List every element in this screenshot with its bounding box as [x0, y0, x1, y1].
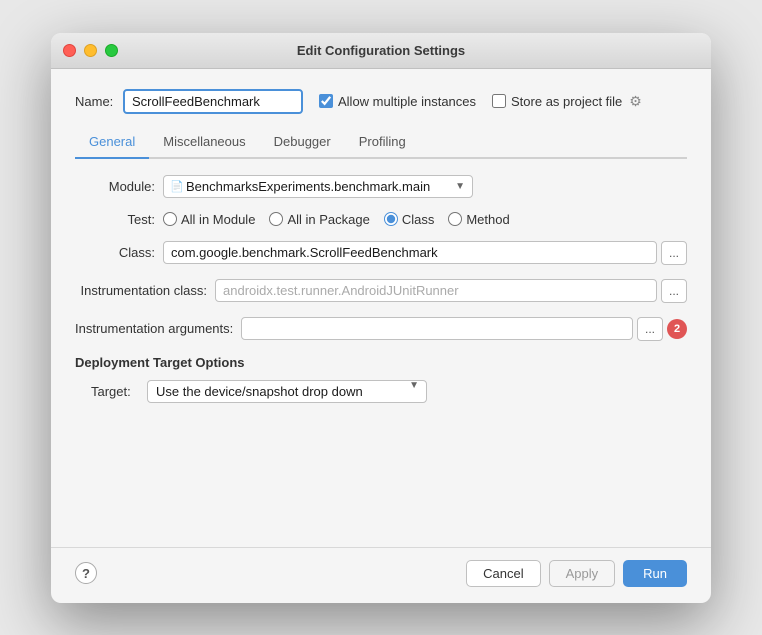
radio-all-in-module[interactable]: All in Module	[163, 212, 255, 227]
instrumentation-class-label: Instrumentation class:	[75, 283, 215, 298]
class-row: Class: ...	[75, 241, 687, 265]
module-row: Module: 📄 BenchmarksExperiments.benchmar…	[75, 175, 687, 198]
name-row: Name: Allow multiple instances Store as …	[75, 89, 687, 114]
tab-general[interactable]: General	[75, 128, 149, 159]
window-title: Edit Configuration Settings	[297, 43, 465, 58]
form-body: Module: 📄 BenchmarksExperiments.benchmar…	[75, 175, 687, 523]
store-project-checkbox[interactable]	[492, 94, 506, 108]
maximize-button[interactable]	[105, 44, 118, 57]
options-group: Allow multiple instances Store as projec…	[319, 93, 642, 110]
instrumentation-class-row: Instrumentation class: ...	[75, 279, 687, 303]
test-row: Test: All in Module All in Package Class	[75, 212, 687, 227]
test-radio-group: All in Module All in Package Class Metho…	[163, 212, 510, 227]
action-buttons: Cancel Apply Run	[466, 560, 687, 587]
module-select[interactable]: BenchmarksExperiments.benchmark.main	[163, 175, 473, 198]
module-label: Module:	[75, 179, 155, 194]
tab-debugger[interactable]: Debugger	[260, 128, 345, 159]
radio-class-input[interactable]	[384, 212, 398, 226]
store-project-item[interactable]: Store as project file ⚙	[492, 93, 642, 110]
radio-all-in-package-input[interactable]	[269, 212, 283, 226]
instrumentation-args-badge: 2	[667, 319, 687, 339]
module-select-wrapper: 📄 BenchmarksExperiments.benchmark.main ▼	[163, 175, 473, 198]
name-label: Name:	[75, 94, 115, 109]
class-browse-button[interactable]: ...	[661, 241, 687, 265]
tabs-bar: General Miscellaneous Debugger Profiling	[75, 128, 687, 159]
radio-all-in-package[interactable]: All in Package	[269, 212, 369, 227]
run-button[interactable]: Run	[623, 560, 687, 587]
radio-all-in-package-label: All in Package	[287, 212, 369, 227]
help-button[interactable]: ?	[75, 562, 97, 584]
target-label: Target:	[91, 384, 139, 399]
radio-class[interactable]: Class	[384, 212, 435, 227]
allow-multiple-label: Allow multiple instances	[338, 94, 476, 109]
apply-button[interactable]: Apply	[549, 560, 616, 587]
close-button[interactable]	[63, 44, 76, 57]
name-input[interactable]	[123, 89, 303, 114]
allow-multiple-item[interactable]: Allow multiple instances	[319, 94, 476, 109]
instrumentation-args-input-group: ... 2	[241, 317, 687, 341]
tab-profiling[interactable]: Profiling	[345, 128, 420, 159]
target-row: Target: Use the device/snapshot drop dow…	[91, 380, 687, 403]
instrumentation-args-browse-button[interactable]: ...	[637, 317, 663, 341]
instrumentation-args-input[interactable]	[241, 317, 633, 340]
window-controls	[63, 44, 118, 57]
bottom-bar: ? Cancel Apply Run	[51, 547, 711, 603]
test-label: Test:	[75, 212, 155, 227]
target-select-wrapper: Use the device/snapshot drop down ▼	[147, 380, 427, 403]
class-input-group: ...	[163, 241, 687, 265]
instrumentation-class-browse-button[interactable]: ...	[661, 279, 687, 303]
minimize-button[interactable]	[84, 44, 97, 57]
instrumentation-class-input-group: ...	[215, 279, 687, 303]
title-bar: Edit Configuration Settings	[51, 33, 711, 69]
cancel-button[interactable]: Cancel	[466, 560, 540, 587]
radio-class-label: Class	[402, 212, 435, 227]
instrumentation-args-row: Instrumentation arguments: ... 2	[75, 317, 687, 341]
store-project-label: Store as project file	[511, 94, 622, 109]
class-input[interactable]	[163, 241, 657, 264]
radio-method[interactable]: Method	[448, 212, 509, 227]
dialog-content: Name: Allow multiple instances Store as …	[51, 69, 711, 539]
radio-method-label: Method	[466, 212, 509, 227]
radio-all-in-module-input[interactable]	[163, 212, 177, 226]
radio-method-input[interactable]	[448, 212, 462, 226]
instrumentation-args-label: Instrumentation arguments:	[75, 321, 241, 336]
deployment-section: Deployment Target Options Target: Use th…	[75, 355, 687, 403]
target-select[interactable]: Use the device/snapshot drop down	[147, 380, 427, 403]
allow-multiple-checkbox[interactable]	[319, 94, 333, 108]
dialog-window: Edit Configuration Settings Name: Allow …	[51, 33, 711, 603]
class-label: Class:	[75, 245, 155, 260]
module-icon: 📄	[170, 180, 184, 193]
instrumentation-class-input[interactable]	[215, 279, 657, 302]
tab-miscellaneous[interactable]: Miscellaneous	[149, 128, 259, 159]
deployment-heading: Deployment Target Options	[75, 355, 687, 370]
gear-icon: ⚙	[629, 93, 642, 110]
radio-all-in-module-label: All in Module	[181, 212, 255, 227]
